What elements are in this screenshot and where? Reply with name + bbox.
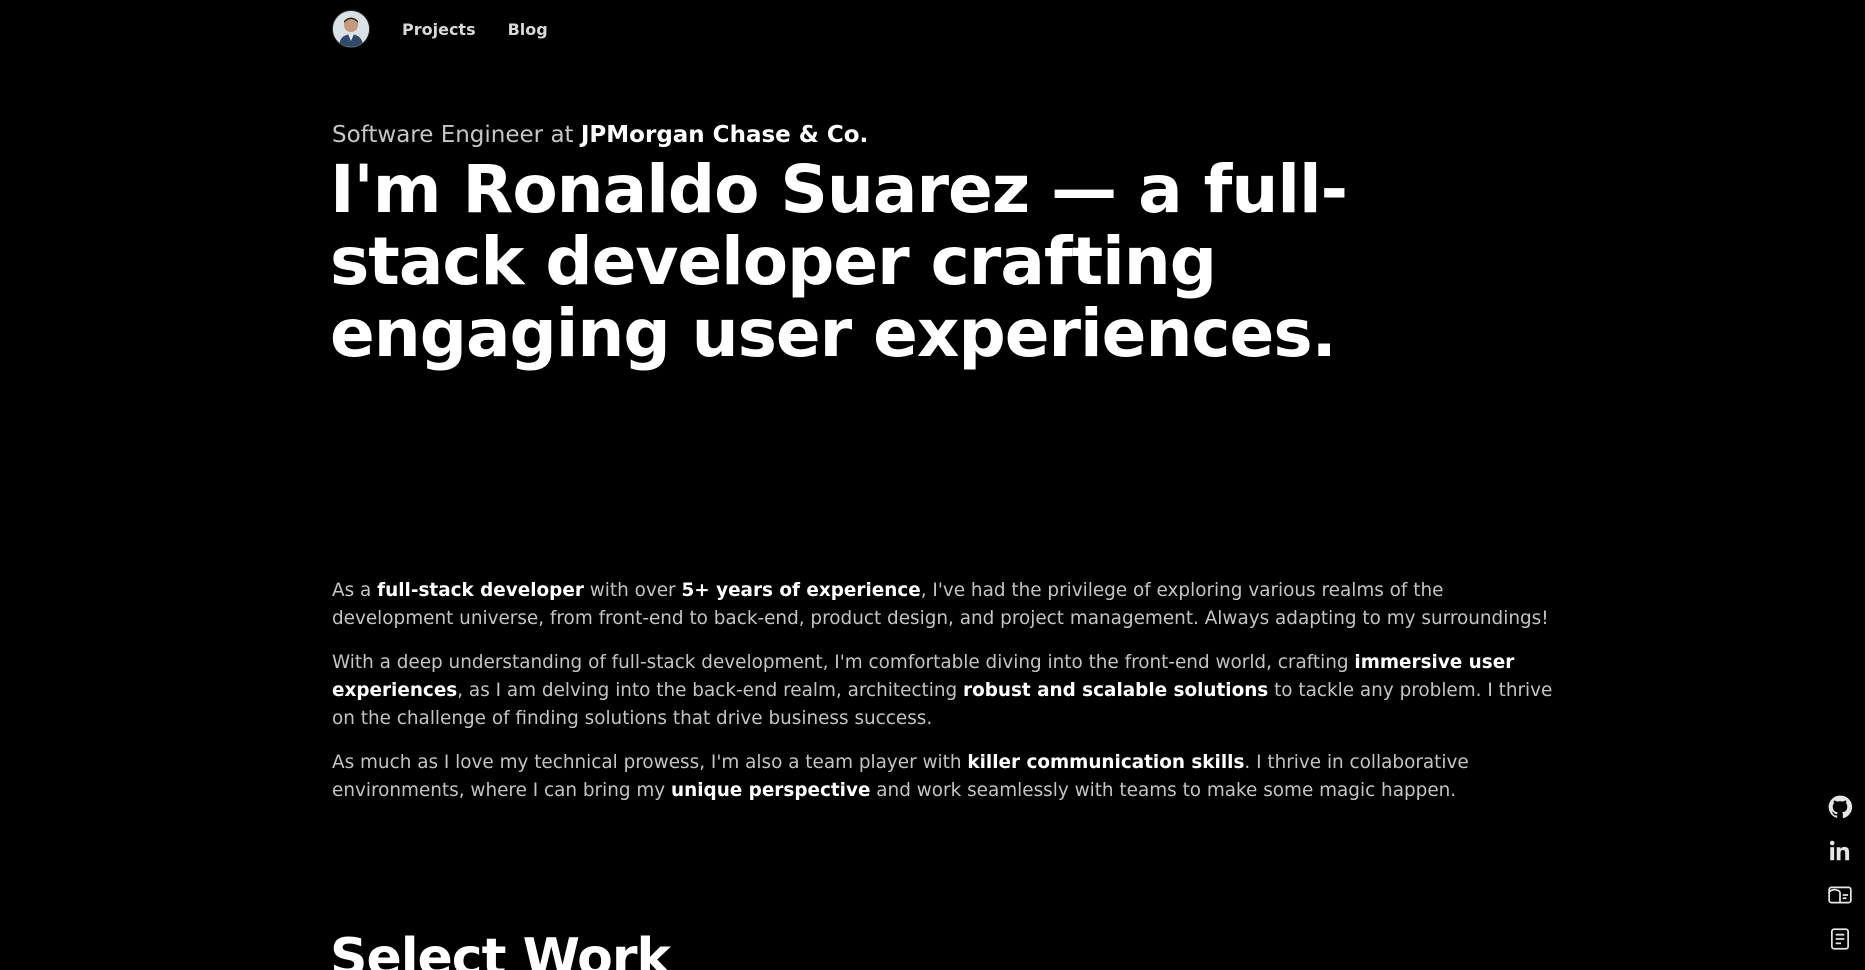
about-paragraph-1: As a full-stack developer with over 5+ y…: [332, 577, 1562, 633]
about-section: As a full-stack developer with over 5+ y…: [332, 577, 1562, 821]
highlight: killer communication skills: [967, 752, 1245, 773]
text: As much as I love my technical prowess, …: [332, 752, 968, 773]
resume-card-link[interactable]: [1827, 882, 1853, 908]
highlight: unique perspective: [671, 780, 871, 801]
nav-link-blog[interactable]: Blog: [508, 20, 548, 39]
subtitle-prefix: Software Engineer at: [332, 122, 581, 148]
top-nav: Projects Blog: [332, 10, 580, 48]
company-name: JPMorgan Chase & Co.: [580, 122, 869, 148]
document-icon: [1831, 928, 1849, 950]
page: Projects Blog Software Engineer at JPMor…: [0, 0, 1865, 970]
linkedin-icon: [1829, 840, 1850, 861]
avatar-image: [333, 11, 369, 47]
github-link[interactable]: [1827, 794, 1853, 820]
highlight: full-stack developer: [377, 580, 584, 601]
hero-subtitle: Software Engineer at JPMorgan Chase & Co…: [332, 122, 868, 148]
text: and work seamlessly with teams to make s…: [870, 780, 1457, 801]
id-card-icon: [1828, 886, 1852, 904]
hero-headline: I'm Ronaldo Suarez — a full-stack develo…: [330, 151, 1348, 372]
text: with over: [583, 580, 682, 601]
about-paragraph-2: With a deep understanding of full-stack …: [332, 649, 1562, 733]
social-links: [1827, 794, 1853, 952]
avatar[interactable]: [332, 10, 370, 48]
highlight: 5+ years of experience: [681, 580, 921, 601]
github-icon: [1828, 795, 1853, 818]
about-paragraph-3: As much as I love my technical prowess, …: [332, 749, 1562, 805]
resume-document-link[interactable]: [1827, 926, 1853, 952]
text: With a deep understanding of full-stack …: [332, 652, 1355, 673]
linkedin-link[interactable]: [1827, 838, 1853, 864]
text: As a: [332, 580, 378, 601]
text: , as I am delving into the back-end real…: [457, 680, 964, 701]
highlight: robust and scalable solutions: [963, 680, 1269, 701]
select-work-heading: Select Work: [330, 928, 671, 970]
nav-link-projects[interactable]: Projects: [402, 20, 476, 39]
